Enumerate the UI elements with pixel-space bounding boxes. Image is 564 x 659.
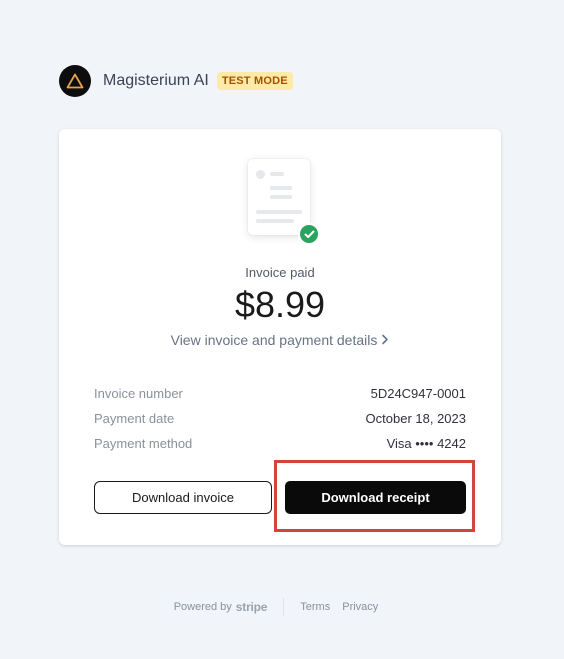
detail-row-payment-date: Payment date October 18, 2023: [94, 411, 466, 436]
footer-divider: [283, 598, 285, 616]
powered-by-stripe[interactable]: Powered by stripe: [174, 600, 268, 614]
merchant-logo-icon: [59, 65, 91, 97]
detail-value: 5D24C947-0001: [370, 386, 466, 401]
detail-value: October 18, 2023: [365, 411, 466, 426]
invoice-status-label: Invoice paid: [245, 265, 315, 280]
powered-by-label: Powered by: [173, 601, 232, 613]
invoice-details-list: Invoice number 5D24C947-0001 Payment dat…: [94, 386, 466, 461]
merchant-header: Magisterium AI TEST MODE: [59, 65, 293, 97]
detail-label: Payment date: [94, 411, 175, 426]
download-invoice-button[interactable]: Download invoice: [94, 481, 272, 514]
detail-row-invoice-number: Invoice number 5D24C947-0001: [94, 386, 466, 411]
footer: Powered by stripe Terms Privacy: [0, 598, 564, 616]
document-icon: [248, 159, 310, 235]
stripe-logo: stripe: [235, 600, 268, 614]
detail-value: Visa •••• 4242: [386, 436, 466, 451]
chevron-right-icon: [381, 332, 389, 348]
view-invoice-details-link[interactable]: View invoice and payment details: [59, 332, 501, 348]
view-invoice-details-label: View invoice and payment details: [170, 332, 378, 348]
merchant-name: Magisterium AI: [103, 72, 209, 89]
detail-label: Invoice number: [94, 386, 183, 401]
detail-row-payment-method: Payment method Visa •••• 4242: [94, 436, 466, 461]
highlight-box: [274, 460, 475, 532]
privacy-link[interactable]: Privacy: [342, 601, 378, 613]
detail-label: Payment method: [94, 436, 193, 451]
invoice-illustration: [248, 159, 323, 249]
invoice-amount: $8.99: [234, 284, 326, 325]
test-mode-badge: TEST MODE: [216, 72, 293, 90]
terms-link[interactable]: Terms: [300, 601, 330, 613]
check-circle-icon: [298, 223, 320, 245]
